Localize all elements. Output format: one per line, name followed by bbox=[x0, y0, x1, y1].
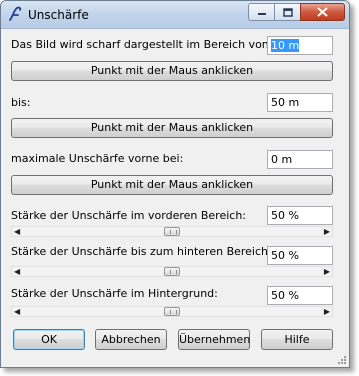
minimize-button[interactable] bbox=[248, 3, 275, 21]
mid-strength-label: Stärke der Unschärfe bis zum hinteren Be… bbox=[11, 245, 272, 258]
ok-button[interactable]: OK bbox=[13, 329, 85, 350]
scroll-left-icon[interactable]: ◀ bbox=[14, 228, 20, 236]
slider-thumb[interactable] bbox=[164, 267, 180, 276]
background-strength-field[interactable]: 50 % bbox=[267, 286, 333, 305]
resize-grip-icon[interactable] bbox=[336, 354, 347, 365]
background-strength-slider[interactable]: ◀ ▶ bbox=[11, 306, 333, 317]
close-icon bbox=[317, 7, 328, 17]
minimize-icon bbox=[257, 13, 266, 15]
front-strength-label: Stärke der Unschärfe im vorderen Bereich… bbox=[11, 209, 246, 222]
scroll-left-icon[interactable]: ◀ bbox=[14, 308, 20, 316]
front-strength-field[interactable]: 50 % bbox=[267, 206, 333, 225]
range-end-field[interactable]: 50 m bbox=[267, 93, 333, 112]
scroll-left-icon[interactable]: ◀ bbox=[14, 268, 20, 276]
scroll-right-icon[interactable]: ▶ bbox=[324, 228, 330, 236]
range-end-pick-button[interactable]: Punkt mit der Maus anklicken bbox=[11, 118, 333, 138]
window-title: Unschärfe bbox=[28, 8, 89, 22]
max-blur-front-field[interactable]: 0 m bbox=[267, 150, 333, 169]
close-button[interactable] bbox=[300, 3, 345, 21]
slider-thumb[interactable] bbox=[164, 227, 180, 236]
mid-strength-slider[interactable]: ◀ ▶ bbox=[11, 266, 333, 277]
maximize-button[interactable] bbox=[274, 3, 301, 21]
slider-thumb[interactable] bbox=[164, 307, 180, 316]
background-strength-label: Stärke der Unschärfe im Hintergrund: bbox=[11, 287, 218, 300]
maximize-icon bbox=[282, 7, 293, 17]
front-strength-slider[interactable]: ◀ ▶ bbox=[11, 226, 333, 237]
max-blur-front-label: maximale Unschärfe vorne bei: bbox=[11, 152, 184, 165]
apply-button[interactable]: Übernehmen bbox=[178, 329, 250, 350]
scroll-right-icon[interactable]: ▶ bbox=[324, 268, 330, 276]
mid-strength-field[interactable]: 50 % bbox=[267, 246, 333, 265]
cancel-button[interactable]: Abbrechen bbox=[95, 329, 167, 350]
range-end-label: bis: bbox=[11, 96, 31, 109]
max-blur-front-pick-button[interactable]: Punkt mit der Maus anklicken bbox=[11, 175, 333, 195]
help-button[interactable]: Hilfe bbox=[261, 329, 333, 350]
script-f-icon bbox=[9, 6, 22, 21]
range-start-pick-button[interactable]: Punkt mit der Maus anklicken bbox=[11, 61, 333, 81]
scroll-right-icon[interactable]: ▶ bbox=[324, 308, 330, 316]
range-start-label: Das Bild wird scharf dargestellt im Bere… bbox=[11, 38, 273, 51]
title-bar[interactable]: Unschärfe bbox=[1, 1, 349, 29]
range-start-field[interactable]: 10 m bbox=[267, 36, 333, 55]
dialog-window: Unschärfe Das Bild wird scharf dargestel… bbox=[0, 0, 350, 368]
